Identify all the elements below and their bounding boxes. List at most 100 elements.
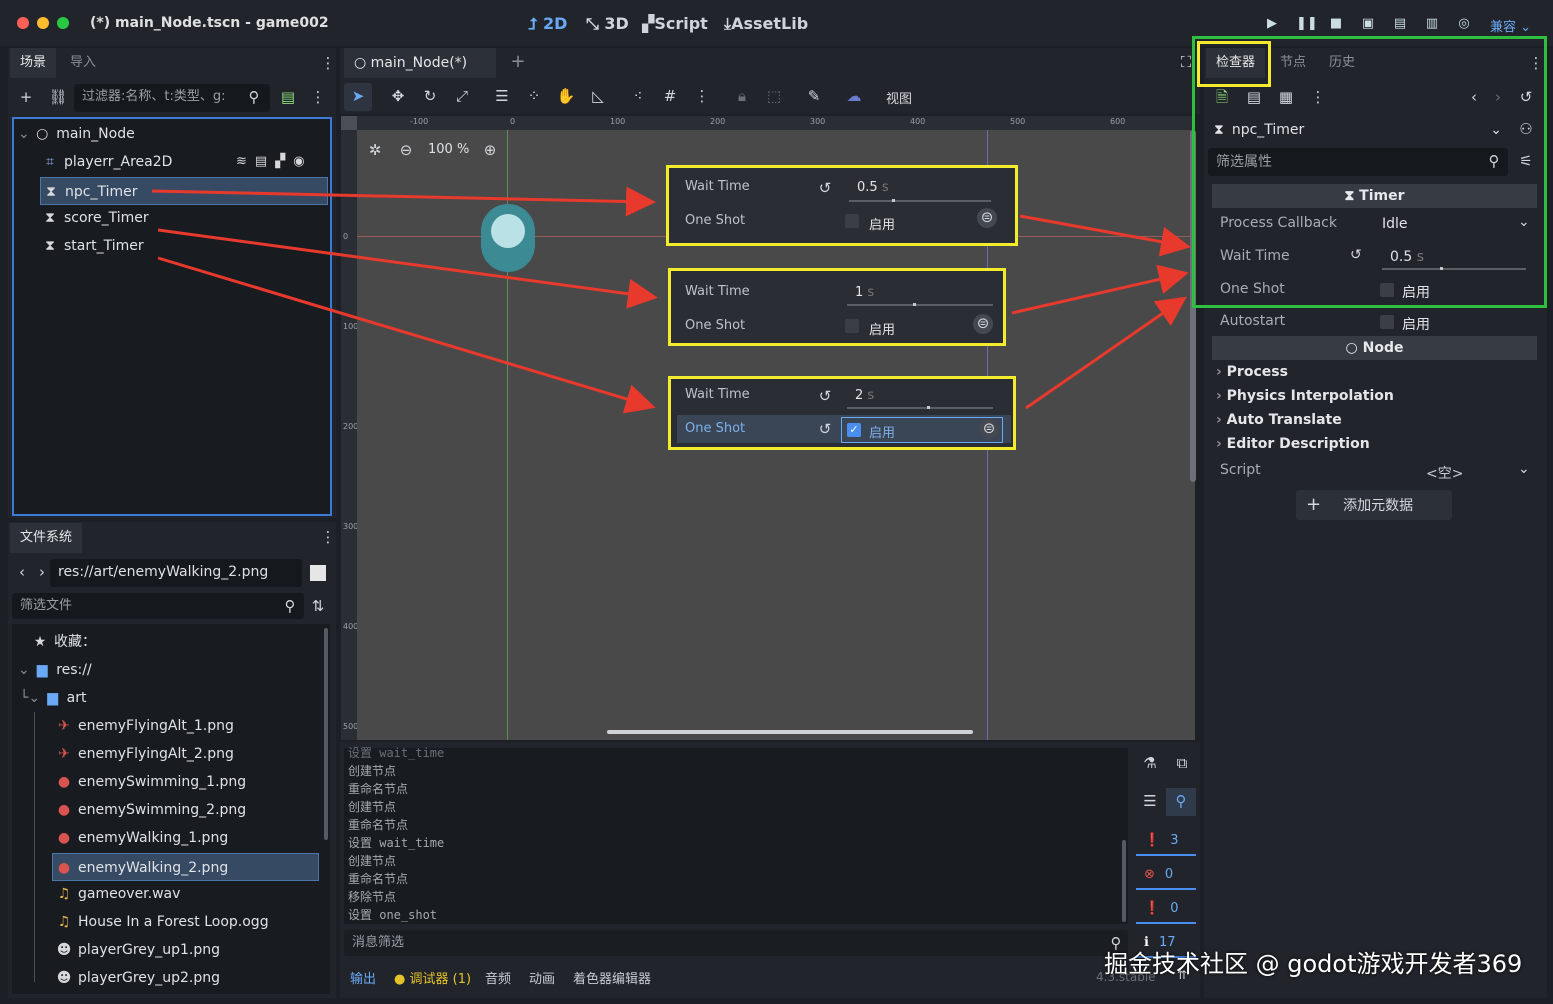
camera-icon[interactable]: ☁ xyxy=(844,87,864,107)
file-row[interactable]: ☻ playerGrey_up2.png xyxy=(56,964,220,992)
group-auto-translate[interactable]: › Auto Translate xyxy=(1216,412,1342,428)
file-filter-input[interactable]: 筛选文件 xyxy=(12,593,304,619)
search-icon[interactable]: ⚲ xyxy=(280,597,300,617)
scale-icon[interactable]: ⤢ xyxy=(452,87,472,107)
copy-property-icon[interactable]: ⊜ xyxy=(979,419,999,439)
file-row[interactable]: ● enemySwimming_1.png xyxy=(56,768,246,796)
one-shot-checkbox[interactable] xyxy=(845,214,859,228)
ruler-icon[interactable]: ◺ xyxy=(588,87,608,107)
autostart-checkbox[interactable] xyxy=(1380,315,1394,329)
wait-time-slider[interactable] xyxy=(847,406,993,409)
forward-arrow-icon[interactable]: › xyxy=(32,563,52,583)
smart-snap-icon[interactable]: ⁖ xyxy=(628,87,648,107)
tree-node-main[interactable]: ⌄ ○ main_Node xyxy=(18,120,135,148)
node-badges[interactable]: ≋▤▞◉ xyxy=(236,154,313,169)
message-counter[interactable]: ❗ 3 xyxy=(1136,828,1196,856)
path-field[interactable]: res://art/enemyWalking_2.png xyxy=(50,559,302,587)
run-scene-icon[interactable]: ▤ xyxy=(1392,16,1408,32)
search-icon[interactable]: ⚲ xyxy=(244,88,264,108)
revert-icon[interactable]: ↺ xyxy=(815,179,835,199)
file-row[interactable]: ✈ enemyFlyingAlt_1.png xyxy=(56,712,234,740)
zoom-in-icon[interactable]: ⊕ xyxy=(480,141,500,161)
art-folder-row[interactable]: └⌄ ▆ art xyxy=(20,684,86,712)
revert-icon[interactable]: ↺ xyxy=(815,420,835,440)
message-filter-input[interactable]: 消息筛选 xyxy=(344,930,1128,956)
file-row[interactable]: ● enemySwimming_2.png xyxy=(56,796,246,824)
renderer-select[interactable]: 兼容 ⌄ xyxy=(1490,16,1531,35)
snap-settings-icon[interactable]: ✲ xyxy=(365,141,385,161)
pan-hand-icon[interactable]: ✋ xyxy=(556,87,576,107)
tree-node-npc-timer[interactable]: ⧗ npc_Timer xyxy=(40,177,328,205)
file-row[interactable]: ♫ House In a Forest Loop.ogg xyxy=(56,908,269,936)
script-value[interactable]: <空> xyxy=(1426,463,1463,483)
move-icon[interactable]: ✥ xyxy=(388,87,408,107)
file-row[interactable]: ♫ gameover.wav xyxy=(56,880,181,908)
clear-log-icon[interactable]: ⚗ xyxy=(1140,754,1160,774)
lock-icon[interactable]: 🔒︎ xyxy=(732,87,752,107)
chevron-down-icon[interactable]: ⌄ xyxy=(1518,461,1530,477)
more-icon[interactable]: ⋮ xyxy=(692,87,712,107)
file-row[interactable]: ✈ enemyFlyingAlt_2.png xyxy=(56,740,234,768)
tab-audio[interactable]: 音频 xyxy=(485,968,511,987)
grid-snap-icon[interactable]: # xyxy=(660,87,680,107)
add-node-icon[interactable]: + xyxy=(16,88,36,108)
more-icon[interactable]: ⋮ xyxy=(318,54,338,74)
zoom-out-icon[interactable]: ⊖ xyxy=(396,141,416,161)
add-scene-icon[interactable]: + xyxy=(508,53,528,73)
add-metadata-button[interactable]: + 添加元数据 xyxy=(1296,490,1452,520)
wait-time-value[interactable]: 1 s xyxy=(855,285,874,300)
pivot-icon[interactable]: ⁘ xyxy=(524,87,544,107)
link-icon[interactable]: ⛓ xyxy=(48,88,68,108)
bone-icon[interactable]: ✎ xyxy=(804,87,824,107)
tab-animation[interactable]: 动画 xyxy=(529,968,555,987)
tab-debugger[interactable]: ● 调试器 (1) xyxy=(394,968,471,987)
select-cursor-icon[interactable]: ➤ xyxy=(348,87,368,107)
stop-icon[interactable]: ■ xyxy=(1328,16,1344,32)
collapse-icon[interactable]: ☰ xyxy=(1140,792,1160,812)
run-custom-scene-icon[interactable]: ▥ xyxy=(1424,16,1440,32)
pause-icon[interactable]: ❚❚ xyxy=(1296,16,1318,32)
split-view-icon[interactable] xyxy=(310,565,326,581)
more-icon[interactable]: ⋮ xyxy=(308,88,328,108)
search-icon[interactable]: ⚲ xyxy=(1171,792,1191,812)
slider-knob[interactable] xyxy=(913,303,916,306)
sort-icon[interactable]: ⇅ xyxy=(308,597,328,617)
one-shot-checkbox[interactable] xyxy=(845,319,859,333)
group-editor-description[interactable]: › Editor Description xyxy=(1216,436,1370,452)
group-process[interactable]: › Process xyxy=(1216,364,1288,380)
mode-2d-button[interactable]: ⮥ 2D xyxy=(528,14,567,34)
tab-import[interactable]: 导入 xyxy=(60,48,106,78)
favorites-row[interactable]: ★ 收藏： xyxy=(32,628,96,656)
tab-scene[interactable]: 场景 xyxy=(10,48,57,78)
wait-time-slider[interactable] xyxy=(847,303,993,306)
tab-main-node[interactable]: ○ main_Node(*) ✕ xyxy=(344,48,496,101)
file-row-selected[interactable]: ● enemyWalking_2.png xyxy=(52,853,319,881)
view-menu[interactable]: 视图 xyxy=(886,88,912,107)
mode-script-button[interactable]: ▞Script xyxy=(642,14,708,33)
list-select-icon[interactable]: ☰ xyxy=(492,87,512,107)
one-shot-checkbox-checked[interactable]: ✓ xyxy=(847,423,861,437)
zoom-window-button[interactable] xyxy=(57,17,69,29)
file-row[interactable]: ☻ playerGrey_up1.png xyxy=(56,936,220,964)
mode-assetlib-button[interactable]: ⤓AssetLib xyxy=(724,14,808,34)
res-root-row[interactable]: ⌄ ▆ res:// xyxy=(18,656,92,684)
revert-icon[interactable]: ↺ xyxy=(815,387,835,407)
scene-filter-input[interactable]: 过滤器:名称、t:类型、g: xyxy=(74,84,270,112)
attach-script-icon[interactable]: ▤ xyxy=(278,88,298,108)
minimize-window-button[interactable] xyxy=(37,17,49,29)
mode-3d-button[interactable]: ⤡ 3D xyxy=(586,14,629,34)
movie-maker-icon[interactable]: ◎ xyxy=(1456,16,1472,32)
warning-counter[interactable]: ❗ 0 xyxy=(1136,896,1196,924)
tree-node-score-timer[interactable]: ⧗ score_Timer xyxy=(42,204,149,232)
tree-node-area2d[interactable]: ⌗ playerr_Area2D xyxy=(42,148,172,176)
tab-shader-editor[interactable]: 着色器编辑器 xyxy=(573,968,651,987)
wait-time-value[interactable]: 2 s xyxy=(855,388,874,403)
slider-knob[interactable] xyxy=(892,199,895,202)
slider-knob[interactable] xyxy=(927,406,930,409)
more-icon[interactable]: ⋮ xyxy=(318,528,338,548)
tree-node-start-timer[interactable]: ⧗ start_Timer xyxy=(42,232,144,260)
remote-debug-icon[interactable]: ▣ xyxy=(1360,16,1376,32)
copy-property-icon[interactable]: ⊜ xyxy=(973,314,993,334)
copy-icon[interactable]: ⧉ xyxy=(1172,754,1192,774)
play-icon[interactable]: ▶ xyxy=(1264,16,1280,32)
